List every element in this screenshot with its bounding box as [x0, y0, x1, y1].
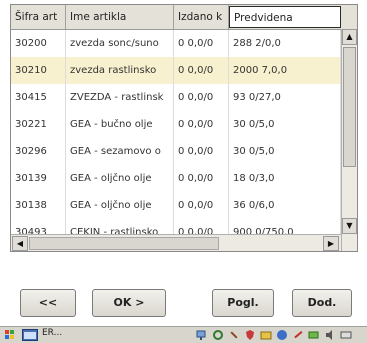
taskbar: ER... — [0, 326, 367, 343]
horizontal-scrollbar[interactable]: ◀ ▶ — [11, 234, 341, 251]
folder-icon[interactable] — [260, 329, 272, 341]
back-button[interactable]: << — [20, 289, 76, 317]
cell-code: 30210 — [11, 57, 66, 84]
app-window-icon[interactable] — [22, 329, 38, 341]
scroll-up-arrow-icon[interactable]: ▲ — [342, 29, 357, 45]
vertical-scrollbar[interactable]: ▲ ▼ — [341, 29, 357, 251]
cell-code: 30139 — [11, 165, 66, 192]
battery-icon[interactable] — [308, 329, 320, 341]
cell-planned: 18 0/3,0 — [229, 165, 341, 192]
cell-issued: 0 0,0/0 — [174, 138, 229, 165]
table-row[interactable]: 30296 GEA - sezamovo o0 0,0/0 30 0/5,0 — [11, 138, 341, 166]
column-header-name[interactable]: Ime artikla — [66, 5, 174, 29]
vertical-scroll-thumb[interactable] — [343, 47, 356, 167]
articles-grid[interactable]: Šifra art Ime artikla Izdano k Predviden… — [10, 4, 358, 252]
help-icon[interactable] — [276, 329, 288, 341]
dod-button[interactable]: Dod. — [292, 289, 352, 317]
table-row[interactable]: 30221 GEA - bučno olje 0 0,0/0 30 0/5,0 — [11, 111, 341, 139]
cell-code: 30200 — [11, 30, 66, 57]
cell-name: GEA - oljčno olje — [66, 192, 174, 219]
cell-issued: 0 0,0/0 — [174, 57, 229, 84]
cell-code: 30138 — [11, 192, 66, 219]
column-header-planned[interactable]: Predvidena — [229, 6, 341, 28]
table-row[interactable]: 30138 GEA - oljčno olje 0 0,0/0 36 0/6,0 — [11, 192, 341, 220]
cell-issued: 0 0,0/0 — [174, 192, 229, 219]
cell-planned: 30 0/5,0 — [229, 111, 341, 138]
cell-issued: 0 0,0/0 — [174, 30, 229, 57]
cell-issued: 0 0,0/0 — [174, 165, 229, 192]
sync-icon[interactable] — [212, 329, 224, 341]
cell-name: GEA - bučno olje — [66, 111, 174, 138]
ok-button[interactable]: OK > — [92, 289, 166, 317]
cell-issued: 0 0,0/0 — [174, 84, 229, 111]
cell-planned: 2000 7,0,0 — [229, 57, 341, 84]
grid-header: Šifra art Ime artikla Izdano k Predviden… — [11, 5, 357, 30]
shield-icon[interactable] — [244, 329, 256, 341]
scroll-left-arrow-icon[interactable]: ◀ — [12, 236, 28, 251]
column-header-issued[interactable]: Izdano k — [174, 5, 229, 29]
keyboard-icon[interactable] — [340, 329, 352, 341]
cell-name: ZVEZDA - rastlinsk — [66, 84, 174, 111]
cell-name: GEA - sezamovo o — [66, 138, 174, 165]
start-flag-icon[interactable] — [4, 329, 16, 341]
horizontal-scroll-thumb[interactable] — [29, 237, 219, 250]
cell-planned: 93 0/27,0 — [229, 84, 341, 111]
cell-code: 30221 — [11, 111, 66, 138]
cell-planned: 36 0/6,0 — [229, 192, 341, 219]
table-row[interactable]: 30139 GEA - oljčno olje 0 0,0/0 18 0/3,0 — [11, 165, 341, 193]
cell-name: zvezda sonc/suno — [66, 30, 174, 57]
volume-icon[interactable] — [324, 329, 336, 341]
tools-icon[interactable] — [228, 329, 240, 341]
taskbar-app-label[interactable]: ER... — [42, 328, 62, 338]
column-header-code[interactable]: Šifra art — [11, 5, 66, 29]
cell-planned: 30 0/5,0 — [229, 138, 341, 165]
network-icon[interactable] — [196, 329, 208, 341]
table-row[interactable]: 30200 zvezda sonc/suno 0 0,0/0 288 2/0,0 — [11, 30, 341, 58]
cell-planned: 288 2/0,0 — [229, 30, 341, 57]
table-row[interactable]: 30210 zvezda rastlinsko 0 0,0/0 2000 7,0,0 — [11, 57, 341, 85]
cell-code: 30415 — [11, 84, 66, 111]
cell-name: GEA - oljčno olje — [66, 165, 174, 192]
scroll-right-arrow-icon[interactable]: ▶ — [323, 236, 339, 251]
scroll-down-arrow-icon[interactable]: ▼ — [342, 218, 357, 234]
cell-code: 30296 — [11, 138, 66, 165]
pogl-button[interactable]: Pogl. — [212, 289, 274, 317]
cell-name: zvezda rastlinsko — [66, 57, 174, 84]
table-row[interactable]: 30415 ZVEZDA - rastlinsk 0 0,0/0 93 0/27,0 — [11, 84, 341, 112]
cell-issued: 0 0,0/0 — [174, 111, 229, 138]
pen-icon[interactable] — [292, 329, 304, 341]
